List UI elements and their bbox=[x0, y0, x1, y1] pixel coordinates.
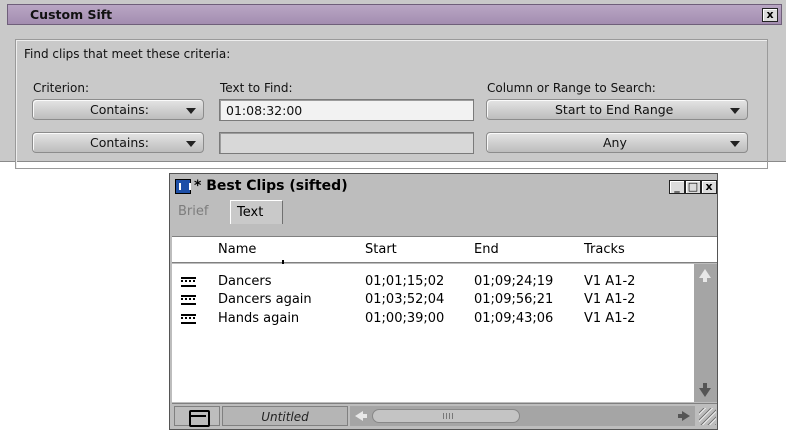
scroll-up-stem bbox=[703, 277, 707, 282]
criterion-dropdown-1[interactable]: Contains: bbox=[32, 99, 204, 120]
clip-name: Dancers again bbox=[218, 292, 312, 307]
chevron-down-icon bbox=[186, 108, 196, 114]
scroll-grip bbox=[443, 413, 453, 419]
criterion-dropdown-2[interactable]: Contains: bbox=[32, 132, 204, 153]
clip-start: 01;01;15;02 bbox=[365, 274, 445, 289]
clip-start: 01;03;52;04 bbox=[365, 292, 445, 307]
clip-end: 01;09;24;19 bbox=[474, 274, 554, 289]
bin-title: * Best Clips (sifted) bbox=[194, 178, 348, 194]
tab-text[interactable]: Text bbox=[230, 200, 283, 224]
column-header-tracks[interactable]: Tracks bbox=[584, 242, 625, 257]
sift-title: Custom Sift bbox=[30, 7, 113, 22]
scroll-thumb[interactable] bbox=[372, 409, 520, 423]
clip-list: Dancers 01;01;15;02 01;09;24;19 V1 A1-2 … bbox=[172, 264, 694, 402]
horizontal-scrollbar[interactable] bbox=[350, 406, 695, 426]
scroll-down-icon[interactable] bbox=[699, 388, 711, 397]
sift-titlebar[interactable]: Custom Sift x bbox=[7, 4, 782, 25]
close-icon[interactable]: x bbox=[701, 180, 717, 194]
scroll-right-icon[interactable] bbox=[682, 411, 690, 421]
column-range-dropdown-2[interactable]: Any bbox=[486, 132, 748, 153]
scroll-left-stem bbox=[362, 414, 367, 418]
instructions-text: Find clips that meet these criteria: bbox=[24, 47, 231, 61]
chevron-down-icon bbox=[186, 141, 196, 147]
clip-name: Dancers bbox=[218, 274, 272, 289]
clip-tracks: V1 A1-2 bbox=[584, 292, 636, 307]
text-to-find-input-2[interactable] bbox=[219, 132, 474, 154]
bin-view-name[interactable]: Untitled bbox=[222, 406, 348, 426]
bin-window: * Best Clips (sifted) _ □ x Brief Text N… bbox=[169, 173, 718, 430]
vertical-scrollbar[interactable] bbox=[694, 264, 717, 402]
custom-sift-dialog: Custom Sift x Find clips that meet these… bbox=[0, 0, 786, 169]
column-header-start[interactable]: Start bbox=[365, 242, 397, 257]
criterion-value-2: Contains: bbox=[90, 135, 149, 150]
column-range-label: Column or Range to Search: bbox=[487, 81, 656, 95]
chevron-down-icon bbox=[730, 141, 740, 147]
column-header-end[interactable]: End bbox=[474, 242, 499, 257]
column-header: Name Start End Tracks bbox=[172, 236, 717, 264]
maximize-icon[interactable]: □ bbox=[685, 180, 701, 194]
clip-tracks: V1 A1-2 bbox=[584, 311, 636, 326]
table-row[interactable]: Dancers 01;01;15;02 01;09;24;19 V1 A1-2 bbox=[172, 274, 694, 291]
view-toggle-icon[interactable] bbox=[174, 406, 220, 427]
close-icon[interactable]: x bbox=[762, 8, 778, 22]
clip-icon bbox=[181, 314, 196, 324]
clip-icon bbox=[181, 295, 196, 305]
minimize-icon[interactable]: _ bbox=[669, 180, 685, 194]
text-to-find-input-1[interactable]: 01:08:32:00 bbox=[219, 99, 474, 121]
column-header-name[interactable]: Name bbox=[218, 242, 256, 257]
criterion-value-1: Contains: bbox=[90, 102, 149, 117]
clip-end: 01;09;56;21 bbox=[474, 292, 554, 307]
tab-brief[interactable]: Brief bbox=[172, 200, 229, 224]
bin-icon bbox=[175, 179, 191, 194]
clip-start: 01;00;39;00 bbox=[365, 311, 445, 326]
clip-icon bbox=[181, 277, 196, 287]
chevron-down-icon bbox=[730, 108, 740, 114]
bin-bottom-bar: Untitled bbox=[172, 403, 717, 428]
clip-name: Hands again bbox=[218, 311, 300, 326]
criterion-label: Criterion: bbox=[33, 81, 89, 95]
table-row[interactable]: Dancers again 01;03;52;04 01;09;56;21 V1… bbox=[172, 292, 694, 309]
text-to-find-label: Text to Find: bbox=[220, 81, 293, 95]
column-range-value-1: Start to End Range bbox=[555, 102, 674, 117]
clip-end: 01;09;43;06 bbox=[474, 311, 554, 326]
column-range-dropdown-1[interactable]: Start to End Range bbox=[486, 99, 748, 120]
clip-tracks: V1 A1-2 bbox=[584, 274, 636, 289]
table-row[interactable]: Hands again 01;00;39;00 01;09;43;06 V1 A… bbox=[172, 311, 694, 328]
bin-titlebar[interactable]: * Best Clips (sifted) _ □ x bbox=[172, 176, 717, 198]
column-range-value-2: Any bbox=[603, 135, 627, 150]
resize-grip-icon[interactable] bbox=[699, 408, 716, 425]
